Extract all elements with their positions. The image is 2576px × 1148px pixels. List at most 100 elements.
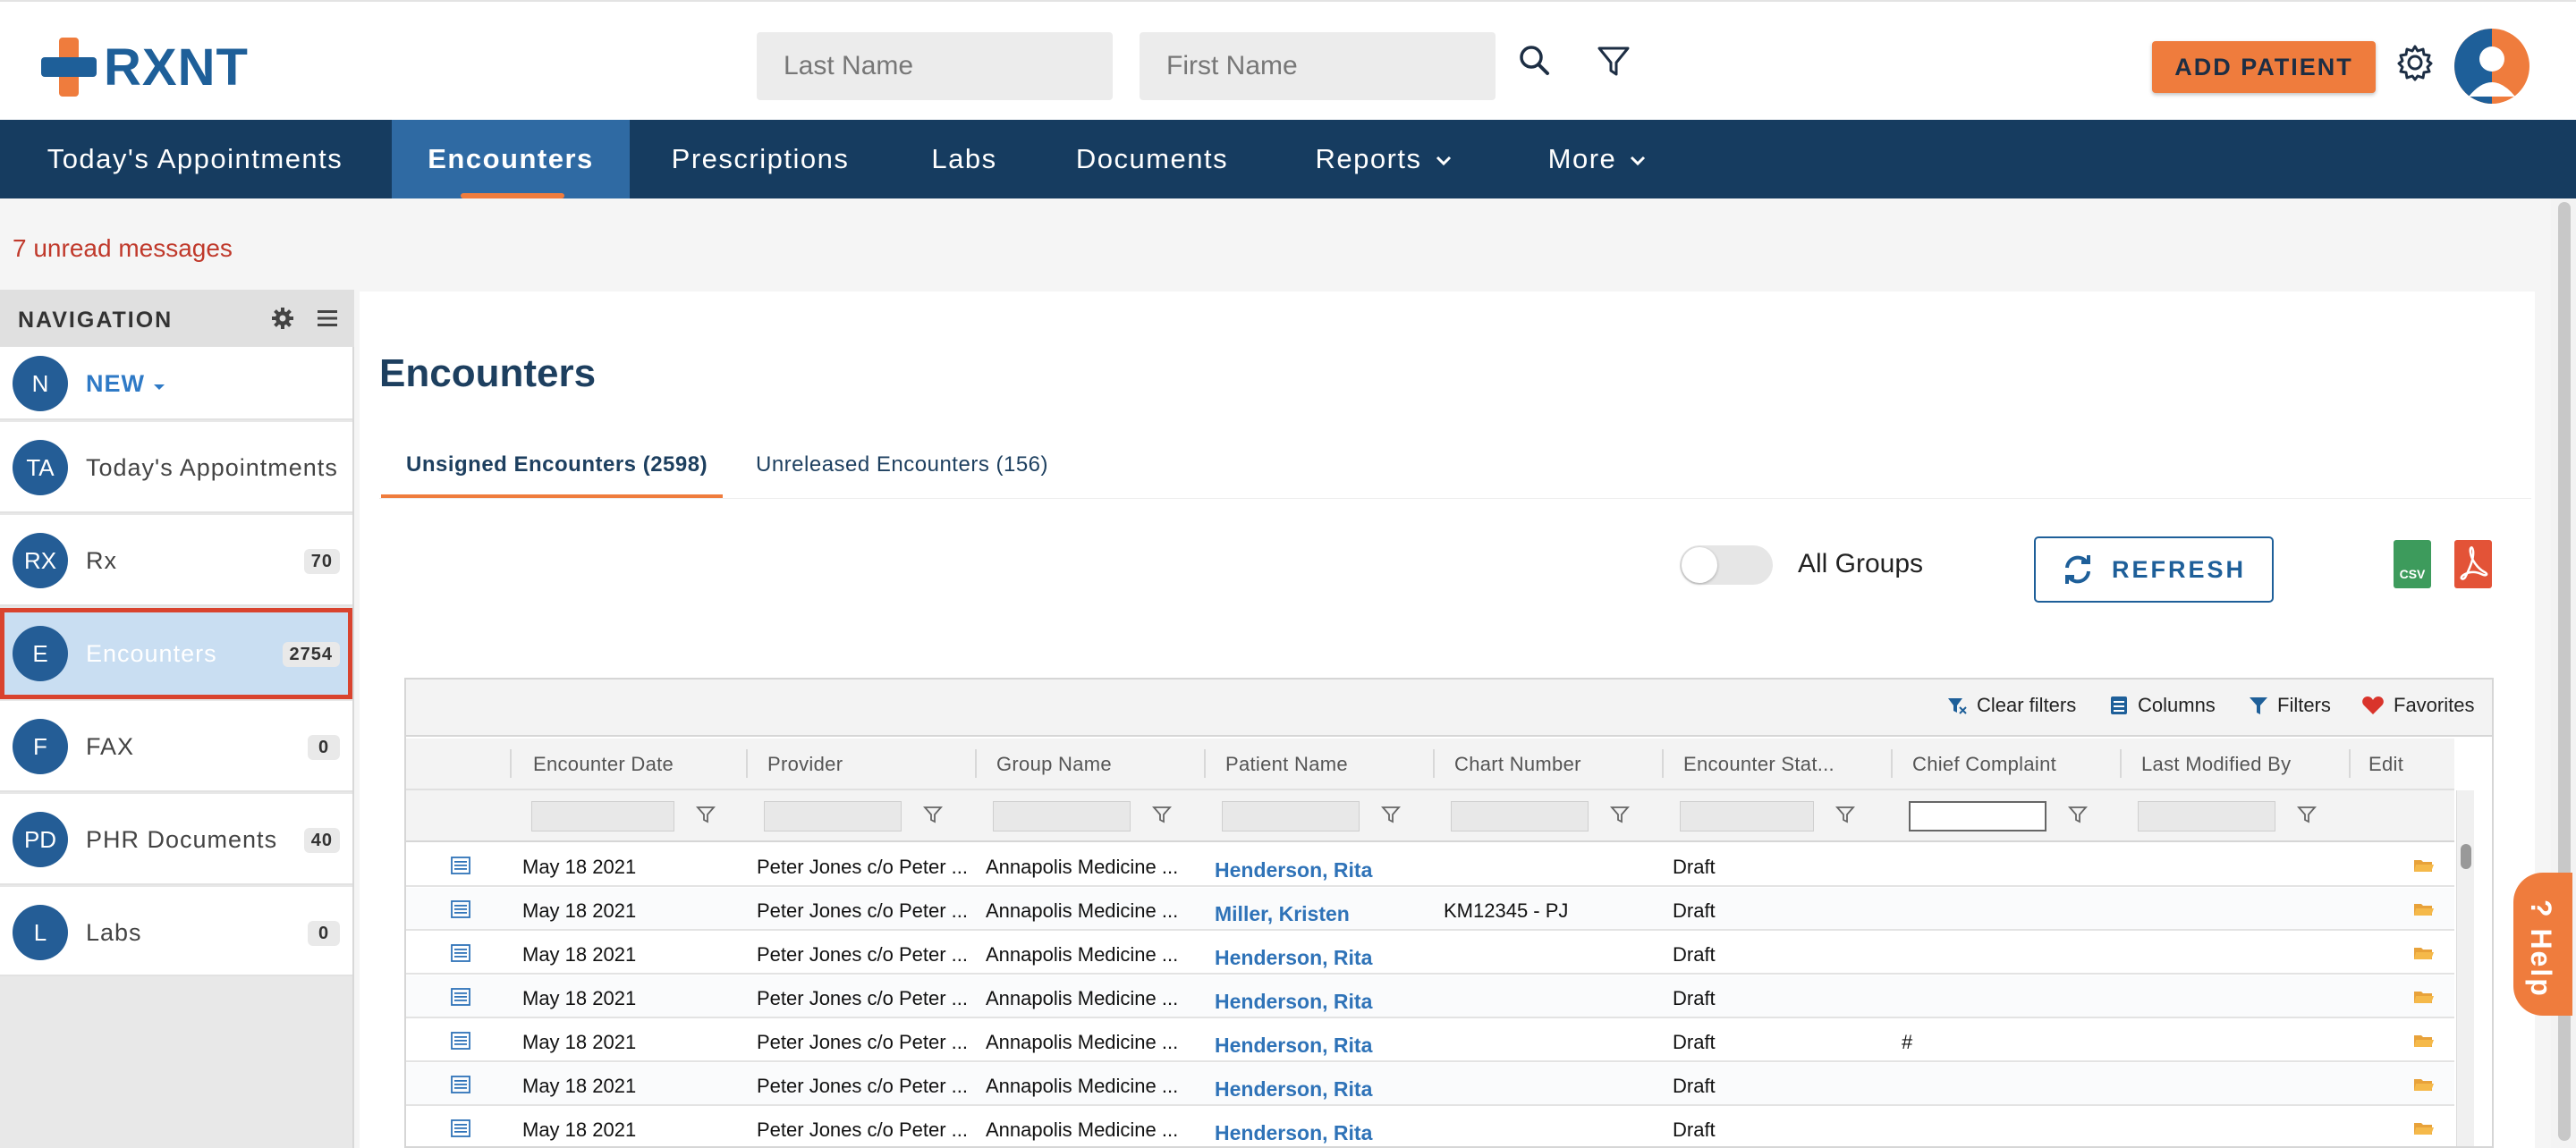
column-header-edit[interactable]: Edit (2368, 753, 2403, 776)
sidebar-item-rx[interactable]: RX Rx 70 (0, 515, 352, 606)
column-filter-input[interactable] (993, 801, 1131, 831)
rxnt-logo[interactable]: RXNT (41, 36, 249, 98)
column-filter-input[interactable] (764, 801, 902, 831)
favorites-label: Favorites (2394, 694, 2475, 716)
sidebar-item-encounters[interactable]: E Encounters 2754 (0, 608, 352, 699)
column-filter-input[interactable] (1222, 801, 1360, 831)
sidebar-item-new[interactable]: N NEW (0, 347, 352, 420)
nav-documents[interactable]: Documents (1063, 120, 1241, 198)
filter-icon[interactable] (923, 805, 943, 824)
filter-icon[interactable] (2297, 805, 2317, 824)
favorites-button[interactable]: Favorites (2361, 694, 2474, 717)
sidebar-item-phr-documents[interactable]: PD PHR Documents 40 (0, 794, 352, 885)
folder-icon[interactable] (2413, 1033, 2435, 1049)
column-filter-input[interactable] (531, 801, 674, 831)
gear-icon[interactable] (270, 306, 295, 331)
column-header-chart-number[interactable]: Chart Number (1454, 753, 1581, 776)
refresh-button[interactable]: REFRESH (2034, 536, 2274, 603)
row-detail-icon[interactable] (451, 900, 470, 918)
patient-name-link[interactable]: Henderson, Rita (1215, 990, 1372, 1014)
sidebar-item-todays-appointments[interactable]: TA Today's Appointments (0, 422, 352, 513)
column-header-last-modified-by[interactable]: Last Modified By (2141, 753, 2291, 776)
column-header-provider[interactable]: Provider (767, 753, 843, 776)
patient-name-link[interactable]: Henderson, Rita (1215, 1077, 1372, 1102)
folder-icon[interactable] (2413, 945, 2435, 961)
pdf-file-icon[interactable] (2454, 540, 2492, 588)
row-detail-icon[interactable] (451, 1032, 470, 1050)
cell-encounter-date: May 18 2021 (522, 943, 637, 966)
table-row[interactable]: May 18 2021 Peter Jones c/o Peter ... Anna… (406, 975, 2454, 1018)
table-row[interactable]: May 18 2021 Peter Jones c/o Peter ... Anna… (406, 1107, 2454, 1146)
filter-icon[interactable] (696, 805, 716, 824)
last-name-input[interactable] (757, 32, 1113, 100)
column-filter-input[interactable] (1680, 801, 1814, 831)
csv-file-icon[interactable]: CSV (2394, 540, 2431, 588)
table-row[interactable]: May 18 2021 Peter Jones c/o Peter ... Anna… (406, 888, 2454, 931)
patient-name-link[interactable]: Miller, Kristen (1215, 902, 1350, 926)
new-dropdown[interactable]: NEW (86, 370, 165, 398)
column-filter-input[interactable] (1451, 801, 1589, 831)
filter-icon (2250, 697, 2267, 714)
nav-prescriptions[interactable]: Prescriptions (657, 120, 864, 198)
filter-icon[interactable] (1594, 41, 1633, 80)
search-icon[interactable] (1515, 41, 1555, 80)
row-detail-icon[interactable] (451, 1076, 470, 1093)
filter-icon[interactable] (1152, 805, 1172, 824)
count-badge: 40 (303, 828, 340, 853)
grid-scrollbar[interactable] (2456, 790, 2474, 1146)
nav-encounters[interactable]: Encounters (392, 120, 630, 198)
column-header-encounter-status[interactable]: Encounter Stat... (1683, 753, 1835, 776)
filter-icon[interactable] (2068, 805, 2088, 824)
table-row[interactable]: May 18 2021 Peter Jones c/o Peter ... Anna… (406, 1063, 2454, 1106)
row-detail-icon[interactable] (451, 944, 470, 962)
sidebar-item-labs[interactable]: L Labs 0 (0, 887, 352, 976)
filter-icon[interactable] (1381, 805, 1401, 824)
column-separator (975, 749, 977, 778)
column-filter-input[interactable] (2138, 801, 2275, 831)
folder-icon[interactable] (2413, 989, 2435, 1005)
columns-button[interactable]: Columns (2109, 694, 2216, 717)
column-header-chief-complaint[interactable]: Chief Complaint (1912, 753, 2056, 776)
filters-button[interactable]: Filters (2249, 694, 2331, 717)
folder-icon[interactable] (2413, 901, 2435, 917)
patient-name-link[interactable]: Henderson, Rita (1215, 946, 1372, 970)
nav-more-label: More (1547, 143, 1617, 174)
grid-scroll-thumb[interactable] (2461, 844, 2471, 869)
tab-unsigned-encounters[interactable]: Unsigned Encounters (2598) (406, 452, 708, 477)
first-name-input[interactable] (1140, 32, 1496, 100)
gear-icon[interactable] (2395, 43, 2435, 82)
unread-messages-link[interactable]: 7 unread messages (13, 234, 233, 263)
tab-unreleased-encounters[interactable]: Unreleased Encounters (156) (756, 452, 1048, 477)
row-detail-icon[interactable] (451, 1119, 470, 1137)
nav-labs[interactable]: Labs (921, 120, 1007, 198)
all-groups-toggle[interactable] (1680, 545, 1773, 585)
column-header-group-name[interactable]: Group Name (996, 753, 1112, 776)
nav-reports[interactable]: Reports (1301, 120, 1467, 198)
help-button[interactable]: ? Help (2513, 873, 2572, 1016)
filter-icon[interactable] (1610, 805, 1630, 824)
table-row[interactable]: May 18 2021 Peter Jones c/o Peter ... Anna… (406, 1019, 2454, 1062)
patient-name-link[interactable]: Henderson, Rita (1215, 1034, 1372, 1058)
table-row[interactable]: May 18 2021 Peter Jones c/o Peter ... Anna… (406, 844, 2454, 887)
patient-name-link[interactable]: Henderson, Rita (1215, 858, 1372, 882)
row-detail-icon[interactable] (451, 988, 470, 1006)
folder-icon[interactable] (2413, 1076, 2435, 1093)
column-header-patient-name[interactable]: Patient Name (1225, 753, 1348, 776)
patient-name-link[interactable]: Henderson, Rita (1215, 1121, 1372, 1145)
folder-icon[interactable] (2413, 1120, 2435, 1136)
column-header-encounter-date[interactable]: Encounter Date (533, 753, 674, 776)
column-filter-input[interactable] (1909, 801, 2046, 831)
nav-todays-appointments[interactable]: Today's Appointments (16, 120, 374, 198)
folder-icon[interactable] (2413, 857, 2435, 874)
sidebar-item-label: FAX (86, 733, 135, 760)
nav-more[interactable]: More (1528, 120, 1667, 198)
row-detail-icon[interactable] (451, 857, 470, 874)
hamburger-icon[interactable] (315, 306, 340, 331)
sidebar-item-fax[interactable]: F FAX 0 (0, 701, 352, 792)
user-avatar-icon[interactable] (2454, 29, 2529, 104)
table-row[interactable]: May 18 2021 Peter Jones c/o Peter ... Anna… (406, 932, 2454, 975)
add-patient-button[interactable]: ADD PATIENT (2152, 41, 2376, 93)
filters-label: Filters (2277, 694, 2331, 716)
clear-filters-button[interactable]: Clear filters (1946, 694, 2076, 717)
filter-icon[interactable] (1835, 805, 1855, 824)
